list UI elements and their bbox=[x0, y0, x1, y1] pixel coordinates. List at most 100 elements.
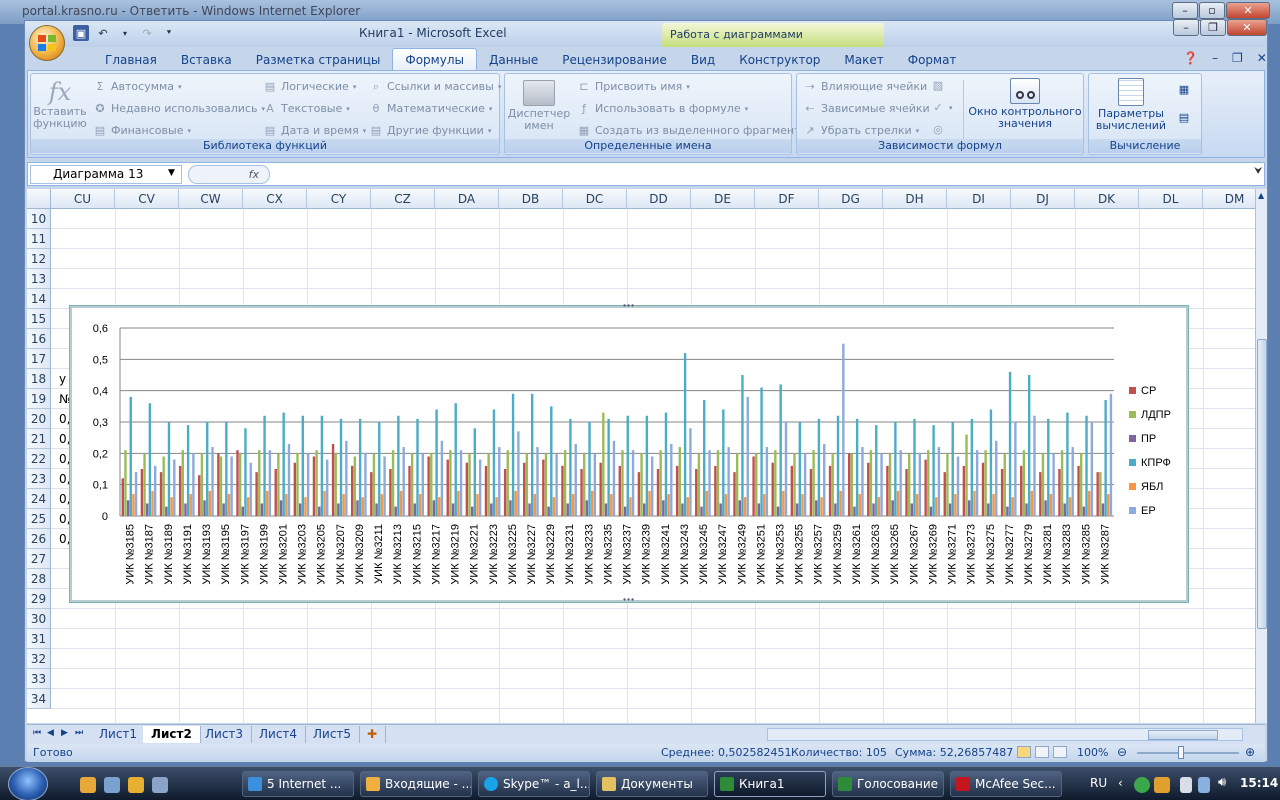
taskbar-item-mcafee[interactable]: McAfee Sec... bbox=[950, 771, 1062, 797]
row-header[interactable]: 16 bbox=[27, 329, 51, 349]
recent-functions-button[interactable]: ✪ Недавно использовались ▾ bbox=[93, 102, 265, 115]
tab-insert[interactable]: Вставка bbox=[169, 49, 244, 71]
tab-formulas[interactable]: Формулы bbox=[392, 48, 477, 71]
column-header[interactable]: CV bbox=[115, 189, 179, 209]
column-header[interactable]: CW bbox=[179, 189, 243, 209]
trace-dependents-button[interactable]: ⇠ Зависимые ячейки bbox=[803, 102, 929, 115]
column-header[interactable]: DG bbox=[819, 189, 883, 209]
taskbar-item-inbox[interactable]: Входящие - ... bbox=[360, 771, 472, 797]
row-header[interactable]: 27 bbox=[27, 549, 51, 569]
zoom-slider-thumb[interactable] bbox=[1178, 746, 1184, 759]
workbook-restore-icon[interactable]: ❐ bbox=[1232, 51, 1243, 65]
row-header[interactable]: 33 bbox=[27, 669, 51, 689]
customize-toolbar-icon[interactable]: ⯆ bbox=[161, 25, 177, 41]
lookup-functions-button[interactable]: ⌕ Ссылки и массивы ▾ bbox=[369, 80, 501, 93]
text-functions-button[interactable]: A Текстовые ▾ bbox=[263, 102, 350, 115]
zoom-slider[interactable] bbox=[1137, 752, 1239, 754]
scroll-up-icon[interactable]: ▲ bbox=[1258, 191, 1264, 200]
workbook-minimize-icon[interactable]: – bbox=[1212, 51, 1218, 65]
show-formulas-button[interactable]: ▧ bbox=[931, 80, 945, 92]
vertical-scroll-thumb[interactable] bbox=[1257, 339, 1267, 629]
row-header[interactable]: 18 bbox=[27, 369, 51, 389]
column-header[interactable]: CX bbox=[243, 189, 307, 209]
use-in-formula-button[interactable]: ƒ Использовать в формуле ▾ bbox=[577, 102, 748, 115]
horizontal-scroll-thumb[interactable] bbox=[1148, 730, 1218, 740]
cell-value[interactable]: 0, bbox=[59, 432, 70, 446]
define-name-button[interactable]: ⊏ Присвоить имя ▾ bbox=[577, 80, 689, 93]
normal-view-icon[interactable] bbox=[1017, 746, 1031, 758]
excel-restore-button[interactable]: ❐ bbox=[1200, 19, 1226, 36]
row-header[interactable]: 23 bbox=[27, 469, 51, 489]
tab-format[interactable]: Формат bbox=[896, 49, 969, 71]
tab-page-layout[interactable]: Разметка страницы bbox=[244, 49, 393, 71]
ie-maximize-button[interactable]: ▫ bbox=[1199, 2, 1225, 19]
tray-clock[interactable]: 15:14 bbox=[1240, 776, 1278, 790]
insert-sheet-icon[interactable]: ✚ bbox=[359, 726, 387, 743]
zoom-level[interactable]: 100% bbox=[1077, 746, 1108, 759]
row-header[interactable]: 11 bbox=[27, 229, 51, 249]
tray-expand-icon[interactable]: ‹ bbox=[1118, 776, 1123, 790]
math-functions-button[interactable]: θ Математические ▾ bbox=[369, 102, 493, 115]
vertical-scrollbar[interactable]: ▲ bbox=[1255, 189, 1267, 723]
row-header[interactable]: 25 bbox=[27, 509, 51, 529]
row-header[interactable]: 17 bbox=[27, 349, 51, 369]
logical-functions-button[interactable]: ▤ Логические ▾ bbox=[263, 80, 357, 93]
evaluate-formula-button[interactable]: ◎ bbox=[931, 124, 945, 136]
column-header[interactable]: DI bbox=[947, 189, 1011, 209]
tray-volume-icon[interactable]: 🔊︎ bbox=[1218, 775, 1226, 790]
tab-design[interactable]: Конструктор bbox=[727, 49, 832, 71]
next-sheet-icon[interactable]: ▶ bbox=[61, 728, 68, 738]
row-header[interactable]: 28 bbox=[27, 569, 51, 589]
tab-data[interactable]: Данные bbox=[477, 49, 550, 71]
excel-close-button[interactable]: ✕ bbox=[1227, 19, 1267, 36]
taskbar-item-internet[interactable]: 5 Internet ... bbox=[242, 771, 354, 797]
quicklaunch-media-icon[interactable] bbox=[128, 777, 144, 793]
prev-sheet-icon[interactable]: ◀ bbox=[47, 728, 54, 738]
chart-resize-handle-top[interactable]: ∙∙∙ bbox=[622, 302, 635, 310]
sheet-tab-4[interactable]: Лист4 bbox=[251, 726, 307, 743]
sheet-tab-1[interactable]: Лист1 bbox=[91, 726, 147, 743]
error-checking-button[interactable]: ✓ ▾ bbox=[931, 102, 952, 114]
expand-formula-bar-icon[interactable]: ⮟ bbox=[1254, 166, 1263, 177]
zoom-in-icon[interactable]: ⊕ bbox=[1245, 745, 1255, 759]
tab-view[interactable]: Вид bbox=[679, 49, 727, 71]
quicklaunch-browser-icon[interactable] bbox=[80, 777, 96, 793]
column-header[interactable]: CY bbox=[307, 189, 371, 209]
row-header[interactable]: 31 bbox=[27, 629, 51, 649]
row-header[interactable]: 15 bbox=[27, 309, 51, 329]
sheet-tab-3[interactable]: Лист3 bbox=[197, 726, 253, 743]
horizontal-scrollbar[interactable] bbox=[767, 728, 1243, 741]
zoom-out-icon[interactable]: ⊖ bbox=[1117, 745, 1127, 759]
workbook-close-icon[interactable]: ✕ bbox=[1257, 51, 1267, 65]
redo-icon[interactable]: ↷ bbox=[139, 25, 155, 41]
taskbar-item-documents[interactable]: Документы bbox=[596, 771, 708, 797]
row-header[interactable]: 13 bbox=[27, 269, 51, 289]
tray-device-icon[interactable] bbox=[1180, 777, 1192, 793]
tray-mail-icon[interactable] bbox=[1154, 777, 1170, 793]
calculate-sheet-button[interactable]: ▤ bbox=[1177, 112, 1191, 124]
column-header[interactable]: DA bbox=[435, 189, 499, 209]
row-header[interactable]: 20 bbox=[27, 409, 51, 429]
remove-arrows-button[interactable]: ↗ Убрать стрелки ▾ bbox=[803, 124, 919, 137]
row-header[interactable]: 32 bbox=[27, 649, 51, 669]
row-header[interactable]: 30 bbox=[27, 609, 51, 629]
cell-value[interactable]: у bbox=[59, 372, 66, 386]
calculate-now-button[interactable]: ▦ bbox=[1177, 84, 1191, 96]
column-header[interactable]: DK bbox=[1075, 189, 1139, 209]
name-box[interactable]: Диаграмма 13 bbox=[30, 165, 182, 184]
name-manager-button[interactable]: Диспетчер имен bbox=[507, 80, 571, 132]
datetime-functions-button[interactable]: ▤ Дата и время ▾ bbox=[263, 124, 367, 137]
row-header[interactable]: 24 bbox=[27, 489, 51, 509]
insert-function-fx-button[interactable]: fx bbox=[188, 165, 270, 184]
row-header[interactable]: 34 bbox=[27, 689, 51, 709]
save-icon[interactable]: ▣ bbox=[73, 25, 89, 41]
trace-precedents-button[interactable]: ⇢ Влияющие ячейки bbox=[803, 80, 927, 93]
undo-icon[interactable]: ↶ bbox=[95, 25, 111, 41]
help-icon[interactable]: ❓ bbox=[1183, 51, 1198, 65]
column-header[interactable]: DF bbox=[755, 189, 819, 209]
start-button[interactable] bbox=[8, 767, 48, 800]
formula-input[interactable] bbox=[276, 165, 1246, 184]
column-header[interactable]: DD bbox=[627, 189, 691, 209]
row-header[interactable]: 19 bbox=[27, 389, 51, 409]
column-header[interactable]: DC bbox=[563, 189, 627, 209]
